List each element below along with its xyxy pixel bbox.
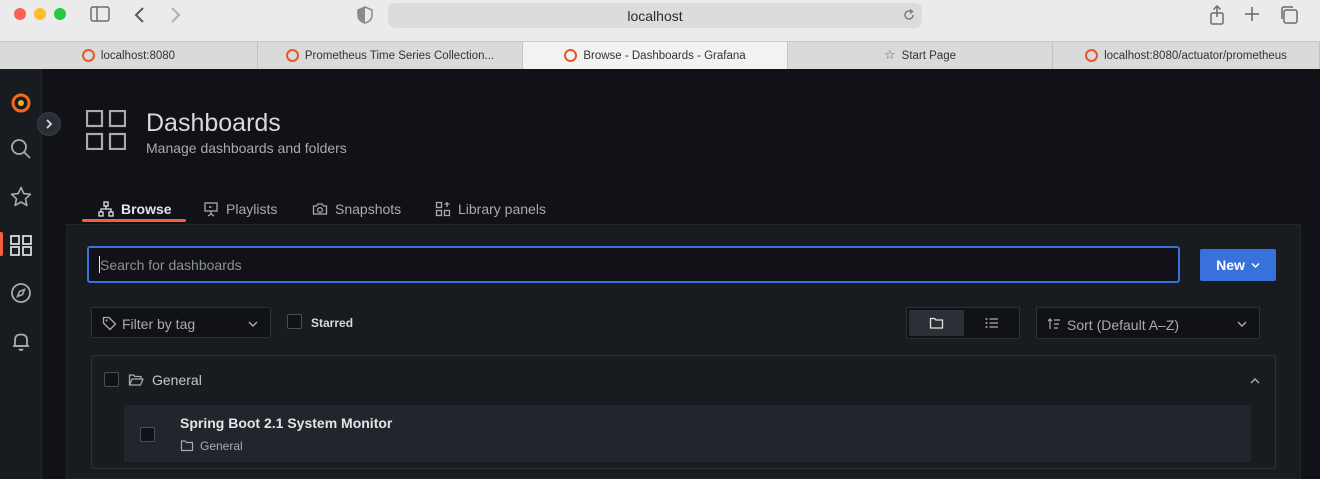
grafana-icon	[564, 49, 578, 62]
expand-menu-button[interactable]	[37, 112, 61, 136]
new-button[interactable]: New	[1200, 249, 1276, 281]
active-nav-indicator	[0, 232, 3, 256]
forward-icon[interactable]	[165, 5, 185, 25]
view-mode-toggle	[906, 307, 1020, 339]
sidebar-toggle-icon[interactable]	[90, 5, 110, 25]
tab-snapshots[interactable]: Snapshots	[312, 197, 401, 221]
folder-checkbox[interactable]	[104, 372, 119, 387]
star-icon: ☆	[884, 48, 896, 63]
browser-tab-label: Browse - Dashboards - Grafana	[583, 49, 746, 62]
search-placeholder: Search for dashboards	[100, 257, 242, 273]
share-icon[interactable]	[1207, 4, 1227, 25]
tab-library-panels[interactable]: Library panels	[435, 197, 546, 221]
alerting-bell-icon[interactable]	[9, 329, 33, 353]
browser-tab[interactable]: localhost:8080	[0, 42, 258, 69]
browser-chrome: localhost localhost:8080 Prometheus Time…	[0, 0, 1320, 69]
dashboard-list-item[interactable]	[124, 405, 1251, 462]
tab-browse-label: Browse	[121, 201, 172, 217]
dashboard-title[interactable]: Spring Boot 2.1 System Monitor	[180, 415, 392, 431]
grafana-icon	[81, 49, 95, 62]
starred-icon[interactable]	[9, 185, 33, 209]
back-icon[interactable]	[130, 5, 150, 25]
sitemap-icon	[98, 201, 114, 217]
browser-tab[interactable]: localhost:8080/actuator/prometheus	[1053, 42, 1320, 69]
grafana-logo-icon[interactable]	[9, 90, 33, 114]
tab-playlists-label: Playlists	[226, 201, 278, 217]
grafana-icon	[285, 49, 299, 62]
browser-titlebar: localhost	[0, 0, 1320, 41]
folder-view-button[interactable]	[909, 310, 964, 336]
address-bar-url: localhost	[627, 8, 683, 24]
tab-browse[interactable]: Browse	[98, 197, 172, 221]
tab-overview-icon[interactable]	[1279, 5, 1299, 25]
search-input[interactable]: Search for dashboards	[88, 247, 1179, 282]
reload-icon[interactable]	[902, 8, 916, 22]
page-title: Dashboards	[146, 109, 281, 137]
privacy-shield-icon[interactable]	[355, 5, 375, 25]
browser-tab-label: localhost:8080/actuator/prometheus	[1104, 49, 1287, 62]
grafana-icon	[1085, 49, 1099, 62]
camera-icon	[312, 203, 328, 215]
search-icon[interactable]	[9, 137, 33, 161]
list-view-button[interactable]	[965, 310, 1019, 336]
browser-tab[interactable]: ☆ Start Page	[788, 42, 1053, 69]
chevron-down-icon	[1251, 262, 1260, 268]
active-tab-underline	[82, 219, 186, 222]
dashboards-header-icon	[85, 109, 127, 151]
new-tab-icon[interactable]	[1242, 5, 1262, 25]
tab-library-panels-label: Library panels	[458, 201, 546, 217]
browser-tab[interactable]: Prometheus Time Series Collection...	[258, 42, 523, 69]
chevron-right-icon	[46, 119, 53, 129]
browser-tab-active[interactable]: Browse - Dashboards - Grafana	[523, 42, 788, 69]
library-panel-icon	[435, 201, 451, 217]
list-icon	[985, 318, 998, 328]
filter-by-tag-select[interactable]: Filter by tag	[91, 307, 271, 338]
folder-open-icon	[128, 374, 144, 386]
folder-icon	[180, 440, 194, 452]
sort-icon	[1047, 318, 1060, 329]
address-bar[interactable]: localhost	[388, 3, 922, 28]
browser-tab-label: localhost:8080	[100, 49, 176, 62]
tag-icon	[102, 316, 117, 331]
side-menu	[0, 69, 42, 479]
close-window-button[interactable]	[14, 8, 26, 20]
tab-playlists[interactable]: Playlists	[203, 197, 277, 221]
page-subtitle: Manage dashboards and folders	[146, 140, 347, 156]
tab-snapshots-label: Snapshots	[335, 201, 402, 217]
chevron-up-icon[interactable]	[1250, 377, 1260, 384]
dashboard-folder-label: General	[200, 439, 243, 453]
maximize-window-button[interactable]	[54, 8, 66, 20]
starred-checkbox[interactable]	[287, 314, 302, 329]
new-button-label: New	[1216, 257, 1245, 273]
presentation-icon	[204, 202, 218, 217]
sort-select[interactable]: Sort (Default A–Z)	[1036, 307, 1260, 339]
sort-select-label: Sort (Default A–Z)	[1067, 317, 1180, 333]
minimize-window-button[interactable]	[34, 8, 46, 20]
folder-name[interactable]: General	[152, 372, 202, 388]
dashboard-checkbox[interactable]	[140, 427, 155, 442]
chevron-down-icon	[248, 321, 258, 327]
browser-tab-label: Prometheus Time Series Collection...	[304, 49, 495, 62]
filter-by-tag-placeholder: Filter by tag	[122, 316, 196, 332]
folder-icon	[929, 317, 944, 329]
chevron-down-icon	[1237, 321, 1247, 327]
explore-compass-icon[interactable]	[9, 281, 33, 305]
starred-label: Starred	[311, 316, 354, 330]
browser-tab-strip: localhost:8080 Prometheus Time Series Co…	[0, 41, 1320, 69]
dashboards-icon[interactable]	[9, 233, 33, 257]
grafana-app: Dashboards Manage dashboards and folders…	[0, 69, 1320, 479]
browser-tab-label: Start Page	[901, 49, 956, 62]
